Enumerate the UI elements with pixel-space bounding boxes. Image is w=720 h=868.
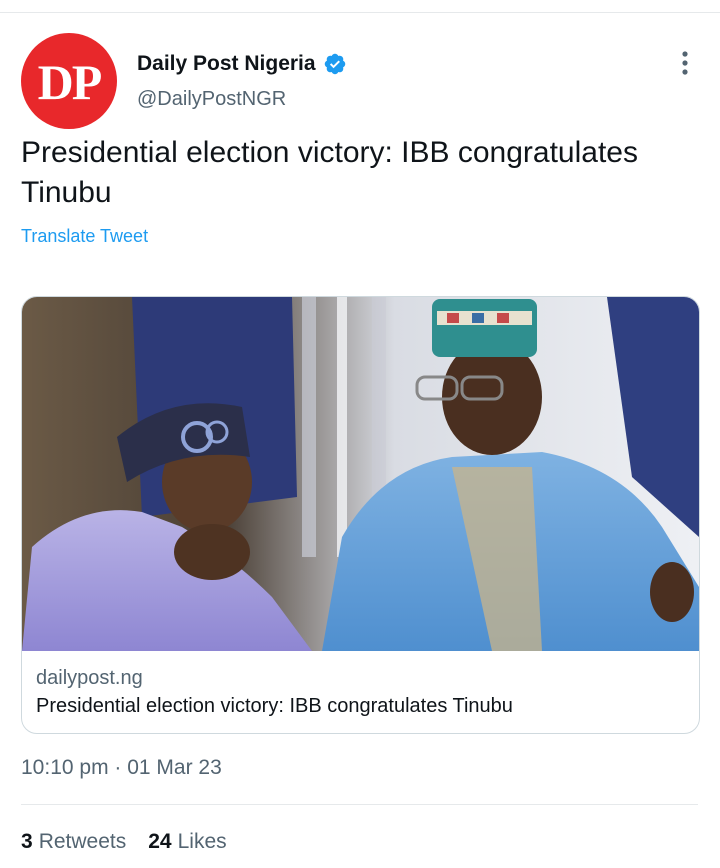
- retweets-count: 3: [21, 830, 33, 853]
- author-name-row: Daily Post Nigeria: [137, 52, 347, 76]
- card-photo: [22, 297, 699, 651]
- top-divider: [0, 12, 720, 13]
- avatar[interactable]: DP: [21, 33, 117, 129]
- engagement-stats: 3 Retweets 24 Likes: [21, 830, 249, 854]
- author-display-name[interactable]: Daily Post Nigeria: [137, 52, 316, 76]
- more-vertical-icon[interactable]: [675, 48, 695, 78]
- translate-tweet-link[interactable]: Translate Tweet: [21, 226, 148, 247]
- likes-count: 24: [148, 830, 172, 853]
- likes-label: Likes: [177, 830, 227, 853]
- likes-stat[interactable]: 24 Likes: [148, 830, 226, 854]
- retweets-stat[interactable]: 3 Retweets: [21, 830, 126, 854]
- card-domain: dailypost.ng: [36, 667, 143, 689]
- timestamp-divider: [21, 804, 698, 805]
- card-title: Presidential election victory: IBB congr…: [36, 695, 513, 717]
- link-preview-card[interactable]: dailypost.ng Presidential election victo…: [21, 296, 700, 734]
- author-handle[interactable]: @DailyPostNGR: [137, 88, 286, 111]
- tweet-timestamp[interactable]: 10:10 pm · 01 Mar 23: [21, 756, 222, 780]
- verified-badge-icon: [324, 53, 345, 75]
- retweets-label: Retweets: [38, 830, 127, 853]
- avatar-logo-text: DP: [37, 54, 103, 110]
- tweet-text: Presidential election victory: IBB congr…: [21, 136, 638, 209]
